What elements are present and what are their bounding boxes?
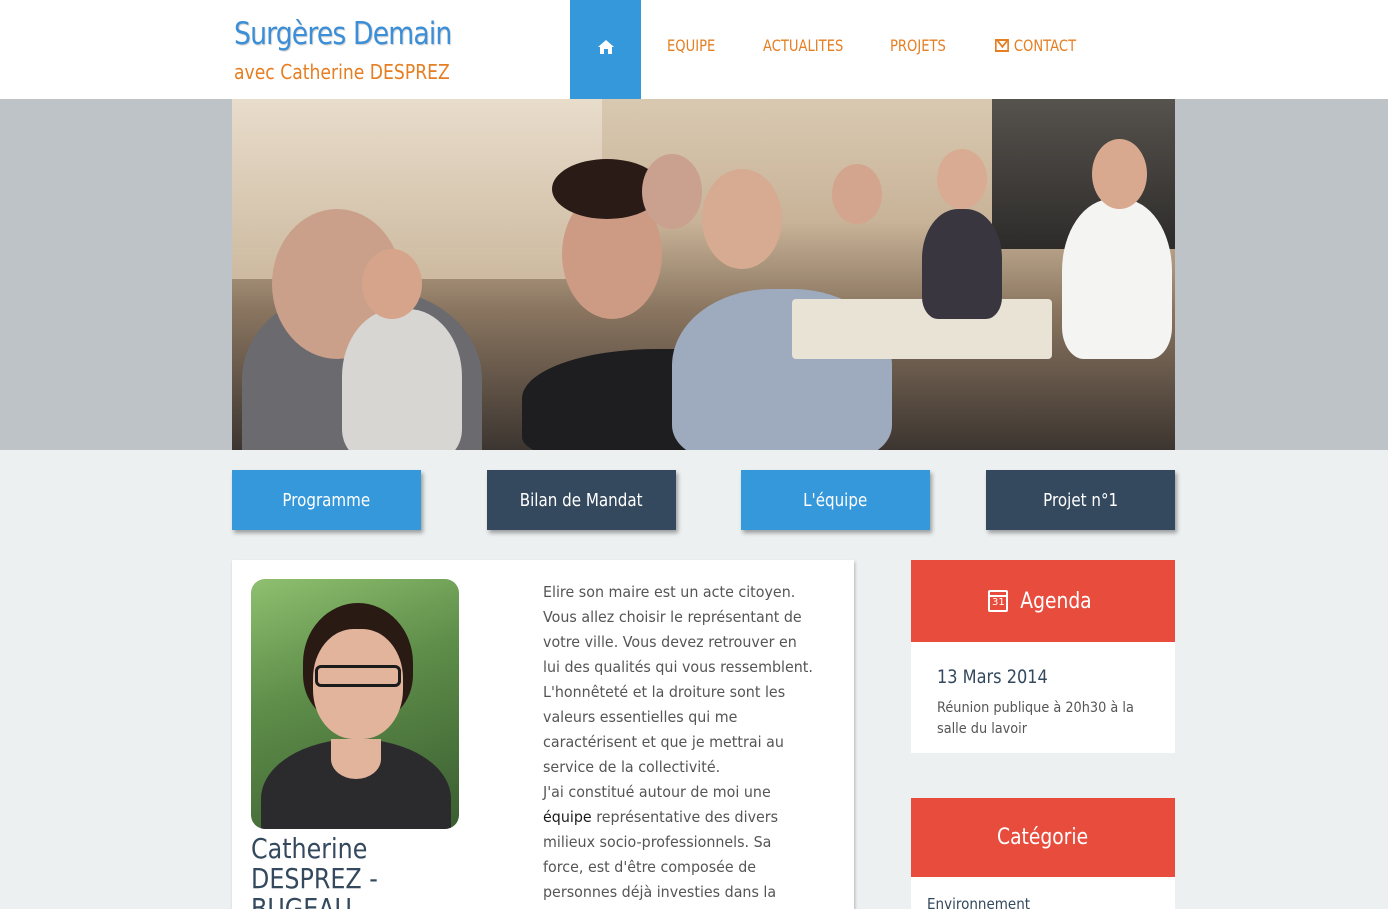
bilan-de-mandat-button-label: Bilan de Mandat: [520, 489, 643, 511]
profile-card: Catherine DESPREZ - BUGEAU Elire son mai…: [232, 560, 854, 909]
site-title[interactable]: Surgères Demain: [234, 16, 452, 52]
agenda-header: Agenda: [911, 560, 1175, 642]
intro-paragraph-1: Elire son maire est un acte citoyen. Vou…: [543, 583, 813, 776]
category-item-environnement[interactable]: Environnement: [927, 895, 1030, 909]
equipe-link[interactable]: équipe: [543, 808, 592, 826]
projet-1-button-label: Projet n°1: [1043, 489, 1118, 511]
programme-button[interactable]: Programme: [232, 470, 421, 530]
candidate-photo: [251, 579, 459, 829]
bilan-de-mandat-button[interactable]: Bilan de Mandat: [487, 470, 676, 530]
agenda-title: Agenda: [1020, 588, 1092, 614]
projet-1-button[interactable]: Projet n°1: [986, 470, 1175, 530]
nav-item-equipe[interactable]: EQUIPE: [667, 36, 715, 55]
agenda-event-text: Réunion publique à 20h30 à la salle du l…: [937, 700, 1134, 737]
agenda-panel: 13 Mars 2014 Réunion publique à 20h30 à …: [911, 642, 1175, 753]
programme-button-label: Programme: [282, 489, 371, 511]
hero-image: [232, 99, 1175, 450]
home-icon: [597, 39, 614, 54]
nav-home-button[interactable]: [570, 0, 641, 99]
nav-item-projets[interactable]: PROJETS: [890, 36, 946, 55]
site-subtitle: avec Catherine DESPREZ: [234, 60, 450, 84]
nav-item-contact-label: CONTACT: [1013, 36, 1077, 55]
site-header: Surgères Demain avec Catherine DESPREZ E…: [0, 0, 1388, 99]
equipe-button[interactable]: L'équipe: [741, 470, 930, 530]
intro-line-start: J'ai constitué autour de moi une: [543, 783, 771, 801]
category-title: Catégorie: [997, 825, 1089, 850]
envelope-icon: [995, 39, 1009, 52]
intro-paragraph-2: J'ai constitué autour de moi une équipe …: [543, 780, 815, 909]
calendar-icon: [988, 590, 1009, 612]
candidate-name: Catherine DESPREZ - BUGEAU: [251, 832, 378, 909]
nav-item-contact[interactable]: CONTACT: [995, 36, 1076, 55]
intro-text: Elire son maire est un acte citoyen. Vou…: [543, 580, 815, 909]
agenda-date: 13 Mars 2014: [937, 666, 1048, 688]
category-header: Catégorie: [911, 798, 1175, 877]
nav-item-actualites[interactable]: ACTUALITES: [763, 36, 843, 55]
category-panel: Environnement: [911, 877, 1175, 909]
equipe-button-label: L'équipe: [803, 489, 868, 511]
